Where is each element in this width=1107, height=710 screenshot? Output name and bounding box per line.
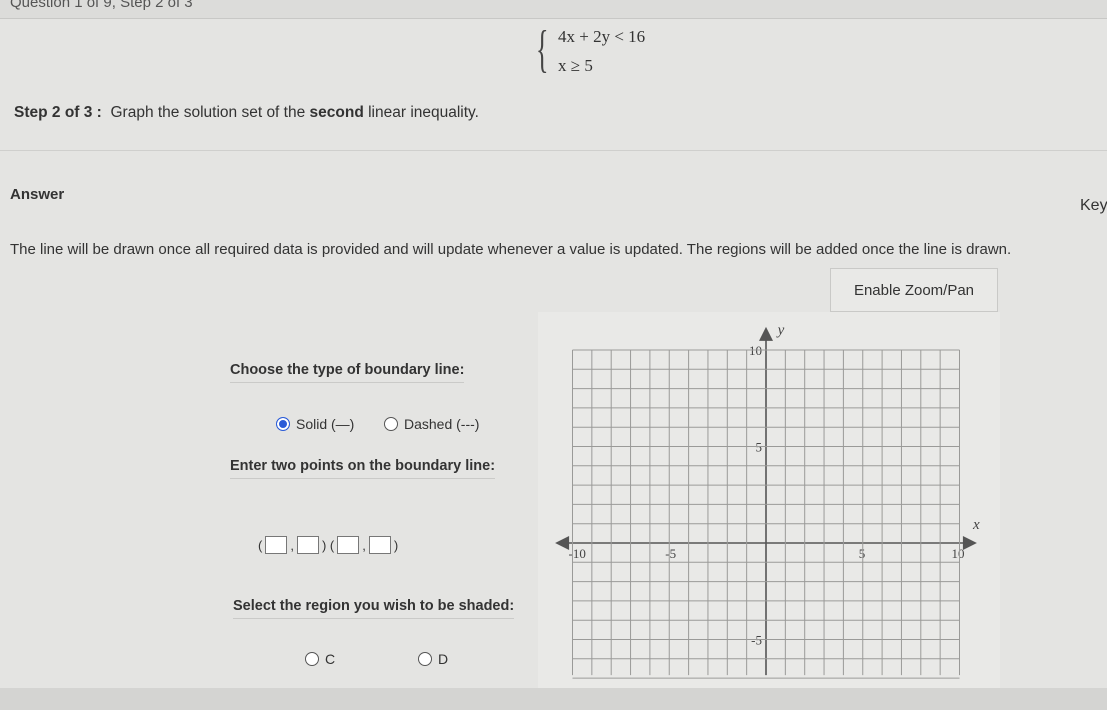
x-axis-label: x [972, 517, 980, 533]
x-tick-label: 5 [859, 546, 866, 561]
x-tick-label: -5 [665, 546, 676, 561]
bottom-bar [0, 688, 1107, 710]
x-tick-label: -10 [569, 546, 586, 561]
y-axis-label: y [776, 323, 785, 339]
x-tick-label: 10 [952, 546, 965, 561]
graph-panel [538, 312, 1000, 690]
coordinate-grid[interactable]: -5510105-5-10 x y [0, 0, 1107, 710]
